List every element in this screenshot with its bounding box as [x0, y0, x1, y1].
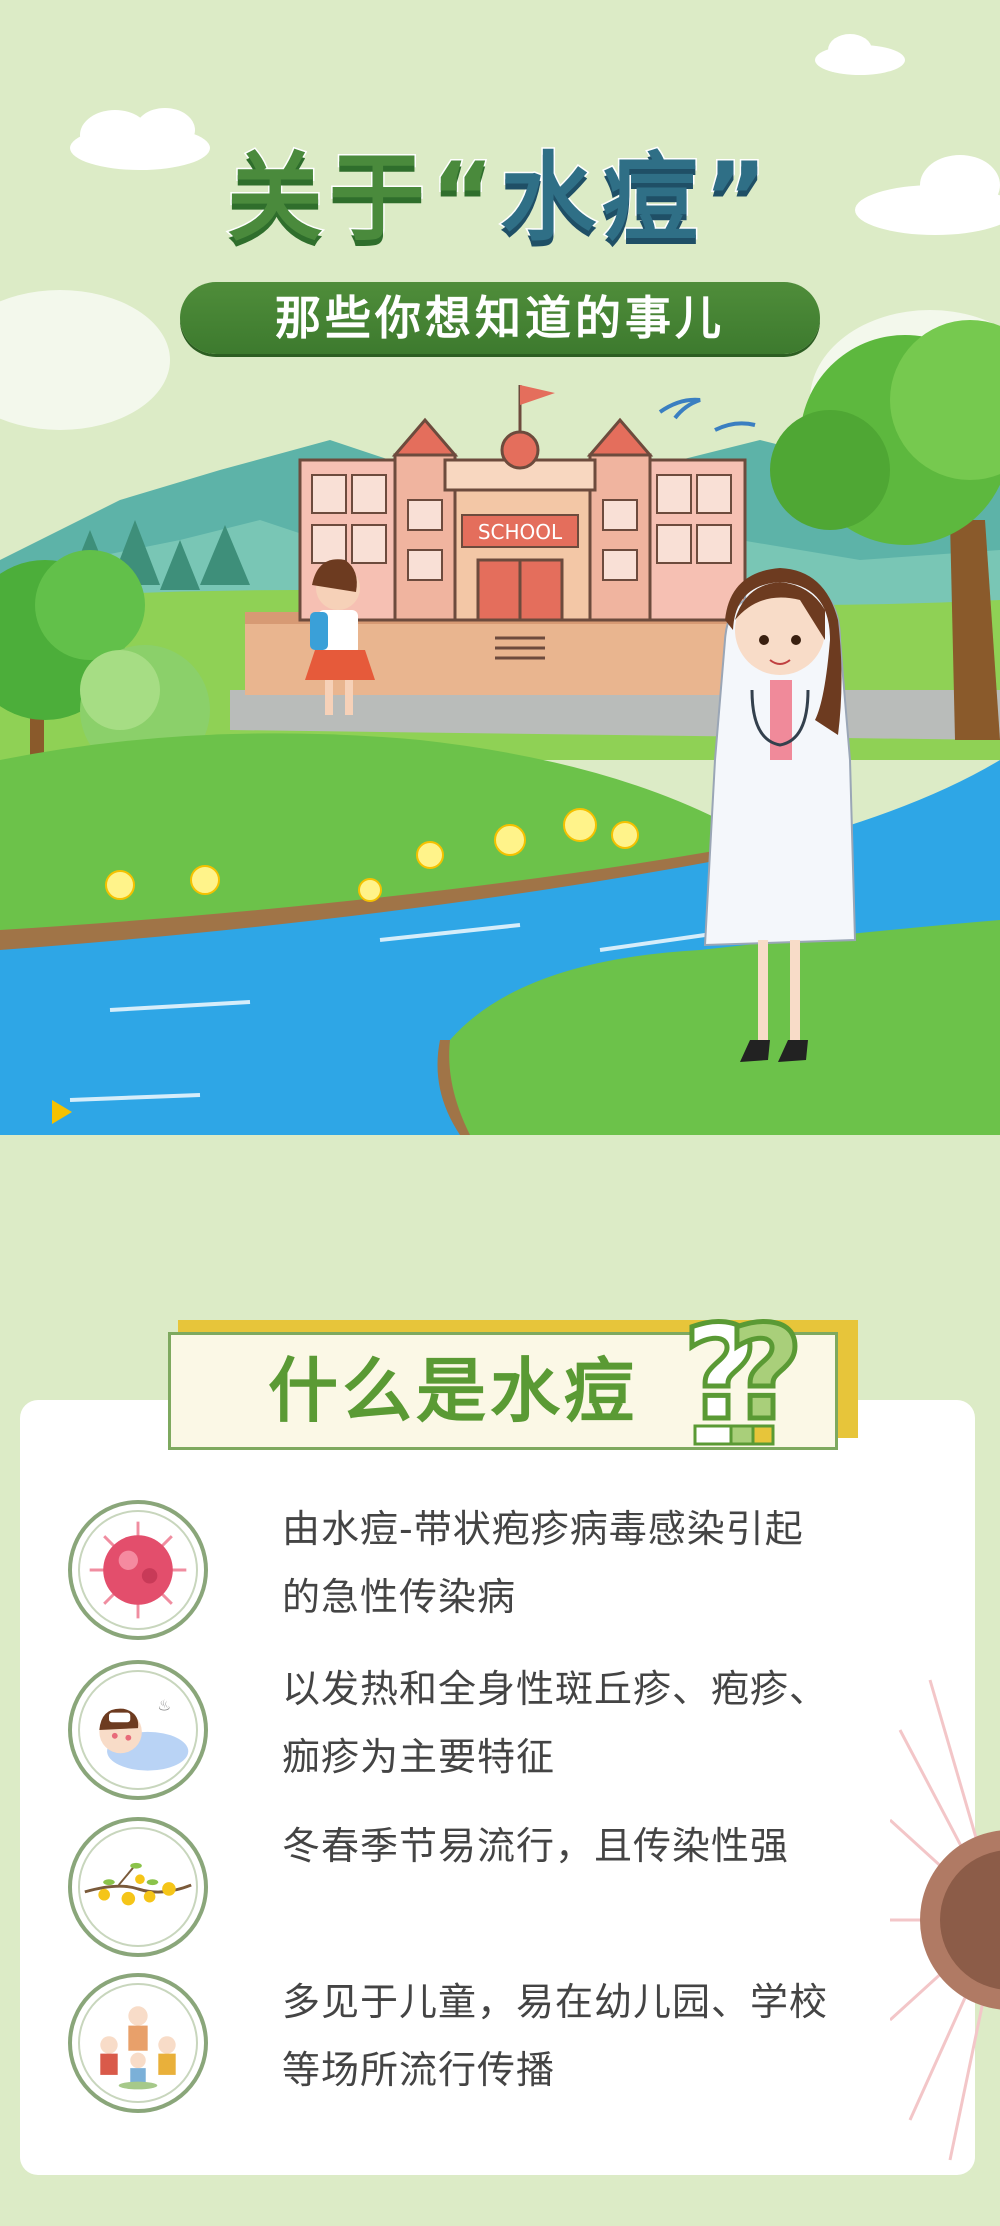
info-text-symptoms: 以发热和全身性斑丘疹、疱疹、 痂疹为主要特征 — [282, 1667, 829, 1779]
info-item-season: 冬春季节易流行，且传染性强 — [60, 1812, 960, 1962]
title-keyword: 水痘 — [499, 142, 704, 254]
page-title: 关于“水痘” — [0, 149, 1000, 248]
section-header: 什么是水痘 ? ? — [168, 1298, 858, 1455]
title-suffix: ” — [702, 142, 774, 254]
school-sign: SCHOOL — [478, 520, 563, 544]
virus-icon — [68, 1500, 208, 1640]
question-mark-icon: ? ? — [681, 1298, 806, 1448]
spring-flowers-icon — [68, 1817, 208, 1957]
subtitle-banner: 那些你想知道的事儿 — [180, 282, 820, 354]
title-prefix: 关于“ — [225, 142, 500, 254]
children-group-icon — [68, 1973, 208, 2113]
svg-text:♨: ♨ — [157, 1697, 171, 1715]
section-title: 什么是水痘 — [268, 1350, 638, 1432]
info-text-season: 冬春季节易流行，且传染性强 — [282, 1824, 790, 1868]
info-item-children: 多见于儿童，易在幼儿园、学校 等场所流行传播 — [60, 1968, 960, 2118]
info-text-virus: 由水痘-带状疱疹病毒感染引起 的急性传染病 — [282, 1507, 804, 1619]
info-text-children: 多见于儿童，易在幼儿园、学校 等场所流行传播 — [282, 1980, 829, 2092]
sick-child-icon: ♨ — [68, 1660, 208, 1800]
info-item-virus: 由水痘-带状疱疹病毒感染引起 的急性传染病 — [60, 1495, 960, 1645]
info-item-symptoms: ♨ 以发热和全身性斑丘疹、疱疹、 痂疹为主要特征 — [60, 1655, 960, 1805]
